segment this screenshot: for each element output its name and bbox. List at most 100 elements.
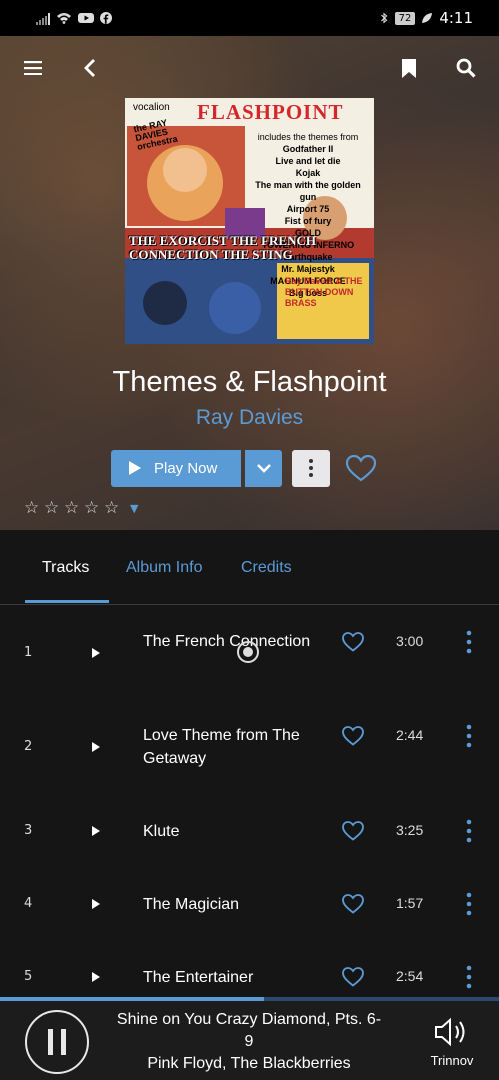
chevron-down-icon [256, 463, 271, 473]
track-number: 4 [24, 896, 33, 911]
status-right: 72 4:11 [379, 9, 473, 27]
track-row[interactable]: 5 The Entertainer 2:54 [0, 940, 499, 997]
search-button[interactable] [450, 52, 482, 84]
active-tab-indicator [25, 600, 109, 603]
track-number: 3 [24, 823, 33, 838]
album-favorite-button[interactable] [345, 452, 377, 484]
chevron-left-icon [84, 59, 95, 77]
more-vertical-icon[interactable] [464, 630, 474, 654]
track-duration: 3:25 [396, 822, 424, 838]
more-vertical-icon [309, 459, 313, 477]
top-bar [0, 52, 499, 84]
rating-dropdown-icon[interactable]: ▼ [130, 502, 138, 515]
cover-big-text: THE EXORCIST THE FRENCH CONNECTION THE S… [129, 233, 316, 262]
cover-title: FLASHPOINT [197, 100, 344, 124]
heart-outline-icon[interactable] [342, 632, 364, 652]
more-vertical-icon[interactable] [464, 724, 474, 748]
cover-theme-item: The man with the golden gun [255, 180, 361, 202]
cover-theme-item: Kojak [295, 168, 321, 178]
speaker-icon[interactable] [433, 1017, 471, 1047]
more-vertical-icon[interactable] [464, 965, 474, 989]
pause-icon [48, 1029, 66, 1055]
star-icon[interactable]: ☆ [24, 500, 42, 517]
wifi-icon [57, 13, 71, 24]
menu-button[interactable] [17, 52, 49, 84]
bookmark-button[interactable] [393, 52, 425, 84]
track-duration: 1:57 [396, 895, 424, 911]
cover-label: vocalion [133, 102, 170, 113]
hamburger-icon [24, 61, 42, 75]
track-row[interactable]: 1 The French Connection 3:00 [0, 606, 499, 686]
play-icon[interactable] [90, 741, 102, 753]
battery-indicator: 72 [394, 11, 416, 25]
cover-theme-item: Live and let die [275, 156, 341, 166]
now-playing-title: Shine on You Crazy Diamond, Pts. 6-9 [116, 1011, 382, 1050]
track-number: 1 [24, 645, 33, 660]
heart-outline-icon [346, 454, 376, 481]
cover-themes: includes the themes from Godfather II Liv… [248, 131, 368, 299]
cover-theme-item: Godfather II [282, 144, 334, 154]
more-vertical-icon[interactable] [464, 819, 474, 843]
more-vertical-icon[interactable] [464, 892, 474, 916]
star-rating[interactable]: ☆ ☆ ☆ ☆ ☆ ▼ [24, 500, 138, 517]
cover-theme-item: Mr. Majestyk [281, 264, 335, 274]
track-row[interactable]: 4 The Magician 1:57 [0, 867, 499, 947]
play-icon[interactable] [90, 898, 102, 910]
signal-icon [36, 12, 50, 25]
play-now-button[interactable]: Play Now [111, 449, 241, 487]
now-playing-icon [237, 641, 259, 663]
track-title: Love Theme from The Getaway [143, 727, 300, 767]
track-row[interactable]: 2 Love Theme from The Getaway 2:44 [0, 700, 499, 780]
bluetooth-icon [380, 12, 387, 24]
leaf-icon [422, 13, 433, 23]
mini-player[interactable]: Shine on You Crazy Diamond, Pts. 6-9 Pin… [0, 1001, 499, 1080]
star-icon[interactable]: ☆ [84, 500, 102, 517]
pause-button[interactable] [25, 1010, 89, 1074]
bookmark-icon [402, 58, 416, 78]
play-now-label: Play Now [154, 459, 218, 477]
tab-tracks[interactable]: Tracks [42, 559, 89, 577]
track-number: 2 [24, 739, 33, 754]
star-icon[interactable]: ☆ [64, 500, 82, 517]
cover-theme-item: Airport 75 [286, 204, 330, 214]
album-cover[interactable]: vocalion FLASHPOINT includes the themes … [125, 98, 374, 344]
heart-outline-icon[interactable] [342, 821, 364, 841]
star-icon[interactable]: ☆ [44, 500, 62, 517]
album-header: vocalion FLASHPOINT includes the themes … [0, 36, 499, 530]
facebook-icon [100, 12, 112, 24]
star-icon[interactable]: ☆ [104, 500, 122, 517]
track-title: Klute [143, 823, 180, 840]
track-row[interactable]: 3 Klute 3:25 [0, 794, 499, 874]
track-duration: 3:00 [396, 633, 424, 649]
album-artist-link[interactable]: Ray Davies [0, 406, 499, 430]
track-duration: 2:54 [396, 968, 424, 984]
cover-theme-item: Fist of fury [284, 216, 332, 226]
play-icon[interactable] [90, 825, 102, 837]
play-icon [129, 461, 141, 475]
output-zone-label[interactable]: Trinnov [416, 1053, 488, 1068]
now-playing-artist: Pink Floyd, The Blackberries [147, 1055, 351, 1072]
heart-outline-icon[interactable] [342, 967, 364, 987]
play-icon[interactable] [90, 971, 102, 983]
cover-band: Ray Davies & THE BUTTON DOWN BRASS [285, 276, 363, 308]
back-button[interactable] [74, 52, 106, 84]
heart-outline-icon[interactable] [342, 894, 364, 914]
track-duration: 2:44 [396, 727, 424, 743]
track-title: The Magician [143, 896, 240, 913]
album-actions: Play Now [111, 449, 377, 487]
status-bar: 72 4:11 [0, 0, 499, 36]
search-icon [456, 58, 476, 78]
tab-credits[interactable]: Credits [241, 559, 292, 577]
track-number: 5 [24, 969, 33, 984]
clock: 4:11 [439, 9, 473, 27]
track-list: 1 The French Connection 3:00 2 Love Them… [0, 606, 499, 997]
track-title: The Entertainer [143, 969, 254, 986]
cover-themes-intro: includes the themes from [257, 132, 359, 142]
play-icon[interactable] [90, 647, 102, 659]
play-options-dropdown[interactable] [245, 449, 282, 487]
heart-outline-icon[interactable] [342, 726, 364, 746]
album-more-button[interactable] [292, 449, 330, 487]
tab-album-info[interactable]: Album Info [126, 559, 202, 577]
youtube-icon [78, 13, 94, 23]
album-title: Themes & Flashpoint [112, 366, 387, 398]
